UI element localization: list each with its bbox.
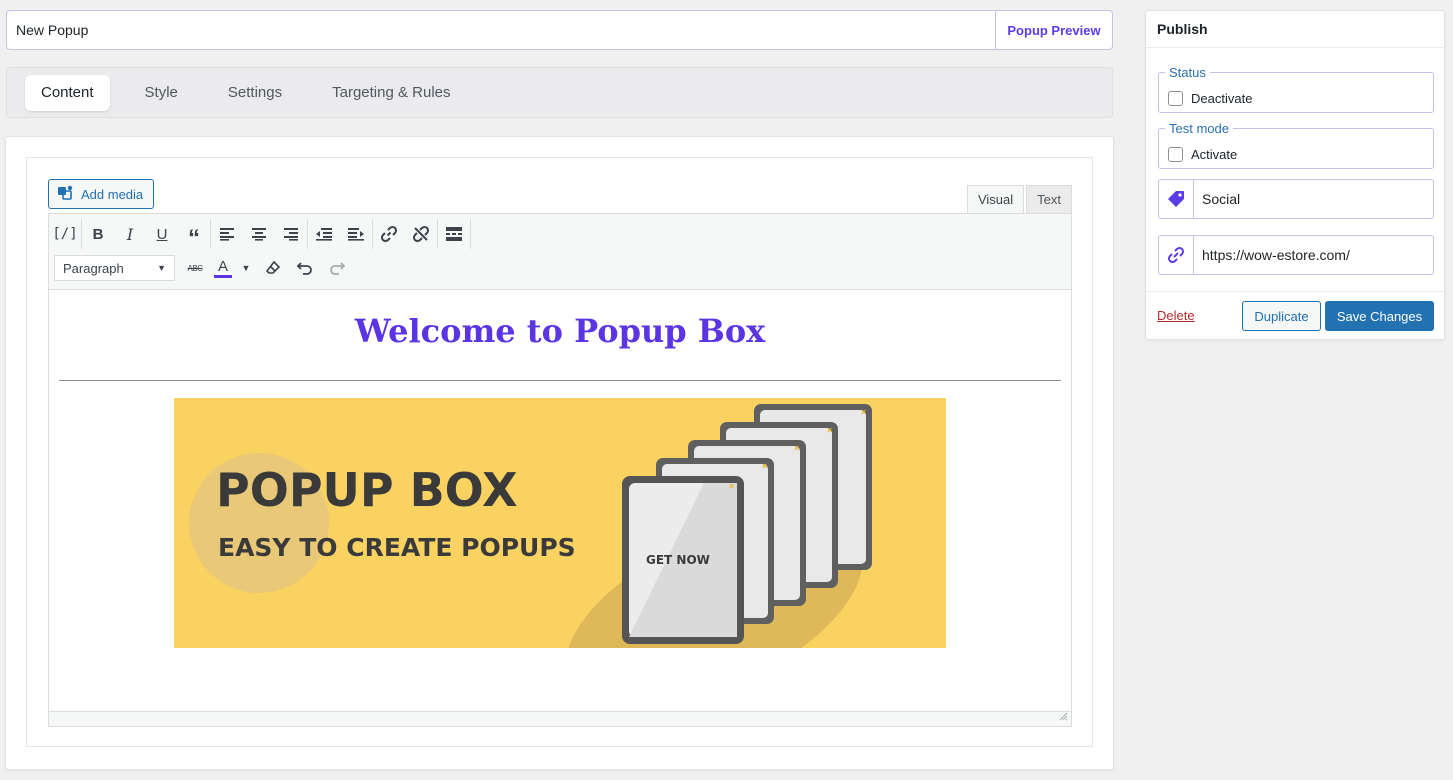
tab-text[interactable]: Text <box>1026 185 1072 213</box>
tab-settings[interactable]: Settings <box>213 75 297 111</box>
text-color-icon[interactable]: A <box>211 253 235 283</box>
banner-cta: GET NOW <box>646 553 710 567</box>
align-left-icon[interactable] <box>211 219 243 249</box>
unlink-icon[interactable] <box>405 219 437 249</box>
align-right-icon[interactable] <box>275 219 307 249</box>
undo-icon[interactable] <box>289 253 321 283</box>
deactivate-checkbox[interactable] <box>1168 91 1183 106</box>
popup-title-input[interactable] <box>7 11 995 49</box>
format-select[interactable]: Paragraph ▼ <box>54 255 175 281</box>
banner-title: POPUP BOX <box>216 463 518 517</box>
test-mode-legend: Test mode <box>1169 121 1229 136</box>
text-color-dropdown-icon[interactable]: ▼ <box>235 253 257 283</box>
tag-input[interactable] <box>1194 180 1433 218</box>
indent-icon[interactable] <box>340 219 372 249</box>
link-icon[interactable] <box>373 219 405 249</box>
toolbar-row-2: Paragraph ▼ ABC A ▼ <box>54 252 353 284</box>
test-mode-label: Activate <box>1191 147 1238 162</box>
italic-icon[interactable]: I <box>114 219 146 249</box>
svg-text:×: × <box>827 425 832 435</box>
popup-banner-image: POPUP BOX EASY TO CREATE POPUPS × × × × … <box>174 398 946 709</box>
test-mode-fieldset: Test mode Activate <box>1158 122 1434 169</box>
tag-field <box>1158 179 1434 219</box>
popup-preview-button[interactable]: Popup Preview <box>995 11 1112 49</box>
tab-visual[interactable]: Visual <box>966 185 1025 213</box>
duplicate-button[interactable]: Duplicate <box>1242 301 1321 331</box>
horizontal-rule <box>59 380 1061 381</box>
chevron-down-icon: ▼ <box>157 263 166 273</box>
editor-toolbar: [/] B I U “ Paragraph ▼ ABC A ▼ <box>49 214 1071 290</box>
link-icon <box>1159 236 1194 274</box>
tab-targeting-rules[interactable]: Targeting & Rules <box>317 75 465 111</box>
save-changes-button[interactable]: Save Changes <box>1325 301 1434 331</box>
editor-statusbar <box>49 711 1071 726</box>
editor-content-area[interactable]: Welcome to Popup Box POPUP BOX EASY TO C… <box>49 290 1071 711</box>
deactivate-label: Deactivate <box>1191 91 1253 106</box>
editor-mode-tabs: Visual Text <box>966 185 1072 213</box>
strikethrough-icon[interactable]: ABC <box>179 253 211 283</box>
tab-style[interactable]: Style <box>130 75 193 111</box>
blockquote-icon[interactable]: “ <box>178 219 210 251</box>
svg-text:×: × <box>762 461 767 471</box>
publish-panel: Publish Status Deactivate Test mode Acti… <box>1145 10 1445 340</box>
publish-actions: Delete Duplicate Save Changes <box>1146 291 1444 339</box>
delete-link[interactable]: Delete <box>1157 308 1195 323</box>
url-input[interactable] <box>1194 236 1433 274</box>
svg-text:×: × <box>729 481 734 491</box>
settings-tabs: Content Style Settings Targeting & Rules <box>6 67 1113 118</box>
resize-handle-icon[interactable] <box>1059 708 1068 724</box>
underline-icon[interactable]: U <box>146 219 178 249</box>
clear-formatting-icon[interactable] <box>257 253 289 283</box>
read-more-icon[interactable] <box>438 219 470 249</box>
redo-icon[interactable] <box>321 253 353 283</box>
publish-title: Publish <box>1146 11 1444 48</box>
status-legend: Status <box>1169 65 1206 80</box>
align-center-icon[interactable] <box>243 219 275 249</box>
format-select-value: Paragraph <box>63 260 124 276</box>
svg-text:×: × <box>861 407 866 417</box>
add-media-button[interactable]: Add media <box>48 179 154 209</box>
test-mode-checkbox[interactable] <box>1168 147 1183 162</box>
rich-text-editor: [/] B I U “ Paragraph ▼ ABC A ▼ Welcome … <box>48 213 1072 727</box>
media-icon <box>57 185 75 204</box>
url-field <box>1158 235 1434 275</box>
outdent-icon[interactable] <box>308 219 340 249</box>
editor-wrapper: Add media Visual Text [/] B I U “ Paragr… <box>26 157 1093 747</box>
toolbar-row-1: [/] B I U “ <box>49 218 471 251</box>
toolbar-separator <box>470 219 471 249</box>
svg-text:×: × <box>794 443 799 453</box>
tag-icon <box>1159 180 1194 218</box>
status-fieldset: Status Deactivate <box>1158 66 1434 113</box>
popup-heading: Welcome to Popup Box <box>354 312 766 350</box>
tab-content[interactable]: Content <box>25 74 110 111</box>
popup-title-bar: Popup Preview <box>6 10 1113 50</box>
bold-icon[interactable]: B <box>82 219 114 249</box>
add-media-label: Add media <box>81 186 144 202</box>
banner-subtitle: EASY TO CREATE POPUPS <box>218 533 576 562</box>
content-panel: Add media Visual Text [/] B I U “ Paragr… <box>5 136 1114 770</box>
shortcode-icon[interactable]: [/] <box>49 219 81 249</box>
